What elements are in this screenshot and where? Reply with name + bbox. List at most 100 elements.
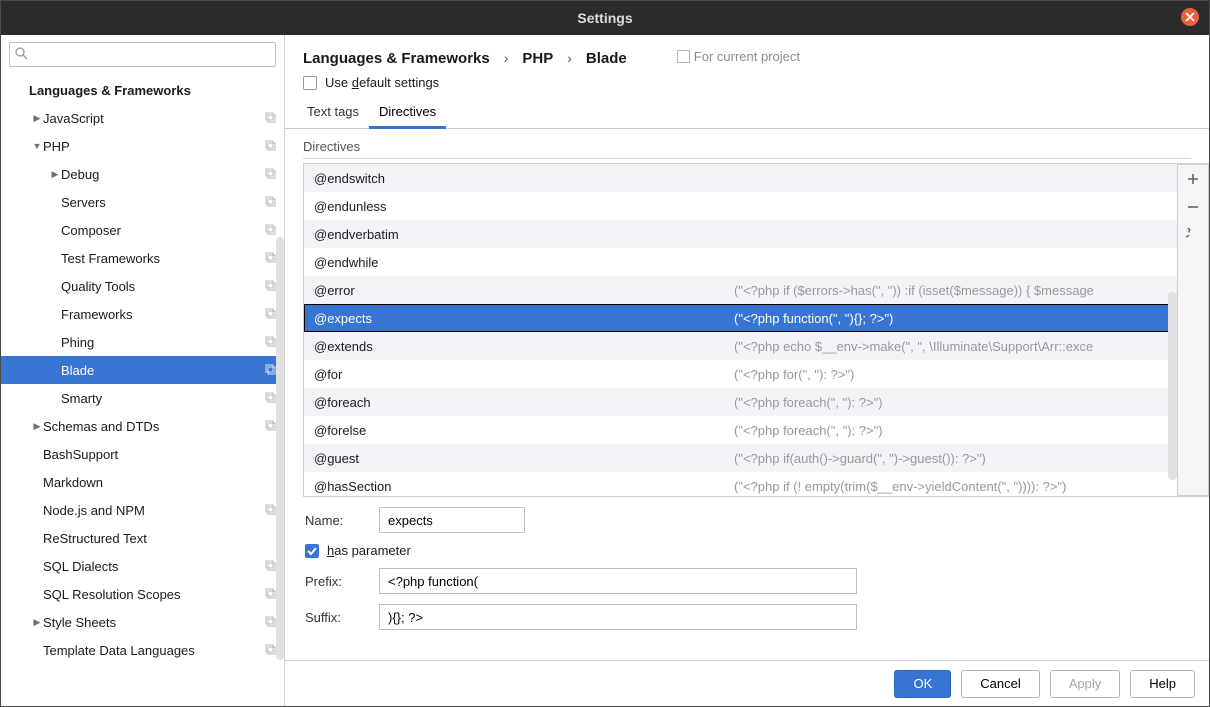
cancel-button[interactable]: Cancel — [961, 670, 1039, 698]
project-scope-icon — [264, 195, 276, 210]
tree-item[interactable]: Smarty — [1, 384, 284, 412]
prefix-label: Prefix: — [305, 574, 365, 589]
chevron-down-icon: ▼ — [31, 141, 43, 151]
tab-directives[interactable]: Directives — [369, 98, 446, 129]
project-scope-icon — [264, 559, 276, 574]
tree-item-label: Quality Tools — [61, 279, 264, 294]
project-scope-icon — [264, 391, 276, 406]
directive-name: @endswitch — [314, 171, 724, 186]
list-toolbar — [1177, 164, 1209, 496]
list-row[interactable]: @forelse("<?php foreach(", "): ?>") — [304, 416, 1177, 444]
tree-item[interactable]: ▶Schemas and DTDs — [1, 412, 284, 440]
chevron-right-icon: ▶ — [31, 617, 43, 628]
tree-item[interactable]: Markdown — [1, 468, 284, 496]
tree-item[interactable]: SQL Resolution Scopes — [1, 580, 284, 608]
dialog-footer: OK Cancel Apply Help — [285, 660, 1209, 706]
apply-button[interactable]: Apply — [1050, 670, 1121, 698]
tree-item-label: Composer — [61, 223, 264, 238]
prefix-input[interactable] — [379, 568, 857, 594]
ok-button[interactable]: OK — [894, 670, 951, 698]
list-row[interactable]: @error("<?php if ($errors->has(", ")) :i… — [304, 276, 1177, 304]
directive-name: @forelse — [314, 423, 724, 438]
has-parameter-checkbox[interactable] — [305, 544, 319, 558]
tree-item-label: Template Data Languages — [43, 643, 264, 658]
sidebar: Languages & Frameworks ▶JavaScript▼PHP▶D… — [1, 35, 285, 706]
suffix-label: Suffix: — [305, 610, 365, 625]
directive-form: Name: has parameter Prefix: Suffix: — [285, 497, 1165, 634]
list-row[interactable]: @expects("<?php function(", "){}; ?>") — [304, 304, 1177, 332]
breadcrumb-item: PHP — [522, 50, 553, 67]
tree-item[interactable]: Frameworks — [1, 300, 284, 328]
project-scope-icon — [264, 363, 276, 378]
project-scope-icon — [264, 643, 276, 658]
scrollbar-thumb[interactable] — [1168, 292, 1177, 480]
tree-item[interactable]: Composer — [1, 216, 284, 244]
list-row[interactable]: @endverbatim — [304, 220, 1177, 248]
tree-item-label: Frameworks — [61, 307, 264, 322]
tree-item[interactable]: ReStructured Text — [1, 524, 284, 552]
tree-item[interactable]: Servers — [1, 188, 284, 216]
tree-item[interactable]: Test Frameworks — [1, 244, 284, 272]
chevron-right-icon: › — [500, 50, 513, 66]
settings-tree[interactable]: Languages & Frameworks ▶JavaScript▼PHP▶D… — [1, 74, 284, 706]
directives-list[interactable]: @endswitch @endunless@endverbatim@endwhil… — [304, 164, 1177, 496]
tree-item-label: ReStructured Text — [43, 531, 276, 546]
name-input[interactable] — [379, 507, 525, 533]
breadcrumb-item: Languages & Frameworks — [303, 50, 490, 67]
directive-name: @error — [314, 283, 724, 298]
scrollbar-thumb[interactable] — [276, 237, 284, 660]
list-row[interactable]: @hasSection("<?php if (! empty(trim($__e… — [304, 472, 1177, 496]
revert-button[interactable] — [1177, 221, 1209, 249]
tree-item-label: SQL Dialects — [43, 559, 264, 574]
close-button[interactable] — [1181, 8, 1199, 26]
help-button[interactable]: Help — [1130, 670, 1195, 698]
list-row[interactable]: @guest("<?php if(auth()->guard(", ")->gu… — [304, 444, 1177, 472]
search-input[interactable] — [9, 42, 276, 67]
tree-item-label: Node.js and NPM — [43, 503, 264, 518]
tree-item-label: SQL Resolution Scopes — [43, 587, 264, 602]
tree-item[interactable]: Template Data Languages — [1, 636, 284, 664]
tree-item-label: Servers — [61, 195, 264, 210]
tree-item-label: PHP — [43, 139, 264, 154]
titlebar: Settings — [1, 1, 1209, 35]
tree-item[interactable]: Blade — [1, 356, 284, 384]
tree-item-label: Schemas and DTDs — [43, 419, 264, 434]
project-scope-icon — [264, 419, 276, 434]
remove-button[interactable] — [1177, 193, 1209, 221]
chevron-right-icon: › — [563, 50, 576, 66]
use-default-checkbox[interactable] — [303, 76, 317, 90]
tree-item[interactable]: Phing — [1, 328, 284, 356]
tree-item[interactable]: SQL Dialects — [1, 552, 284, 580]
tree-item[interactable]: Quality Tools — [1, 272, 284, 300]
tree-item-label: Smarty — [61, 391, 264, 406]
add-button[interactable] — [1177, 165, 1209, 193]
list-row[interactable]: @for("<?php for(", "): ?>") — [304, 360, 1177, 388]
use-default-label: Use default settings — [325, 75, 439, 90]
breadcrumb: Languages & Frameworks › PHP › Blade For… — [285, 35, 1209, 75]
project-scope-note: For current project — [677, 49, 800, 64]
tree-item[interactable]: BashSupport — [1, 440, 284, 468]
directive-name: @expects — [314, 311, 724, 326]
tree-item[interactable]: ▼PHP — [1, 132, 284, 160]
chevron-right-icon: ▶ — [49, 169, 61, 180]
tree-item[interactable]: ▶Style Sheets — [1, 608, 284, 636]
tabs: Text tags Directives — [285, 98, 1209, 129]
suffix-input[interactable] — [379, 604, 857, 630]
tab-text-tags[interactable]: Text tags — [297, 98, 369, 129]
list-row[interactable]: @endwhile — [304, 248, 1177, 276]
tree-item[interactable]: ▶Debug — [1, 160, 284, 188]
list-row[interactable]: @extends("<?php echo $__env->make(", ", … — [304, 332, 1177, 360]
directive-name: @foreach — [314, 395, 724, 410]
list-row[interactable]: @endswitch — [304, 164, 1177, 192]
tree-category[interactable]: Languages & Frameworks — [1, 76, 284, 104]
tree-item[interactable]: Node.js and NPM — [1, 496, 284, 524]
chevron-right-icon: ▶ — [31, 113, 43, 124]
tree-item-label: Blade — [61, 363, 264, 378]
project-scope-icon — [264, 223, 276, 238]
tree-item[interactable]: ▶JavaScript — [1, 104, 284, 132]
project-scope-icon — [264, 503, 276, 518]
list-row[interactable]: @endunless — [304, 192, 1177, 220]
list-row[interactable]: @foreach("<?php foreach(", "): ?>") — [304, 388, 1177, 416]
tree-item-label: Markdown — [43, 475, 276, 490]
tree-item-label: JavaScript — [43, 111, 264, 126]
